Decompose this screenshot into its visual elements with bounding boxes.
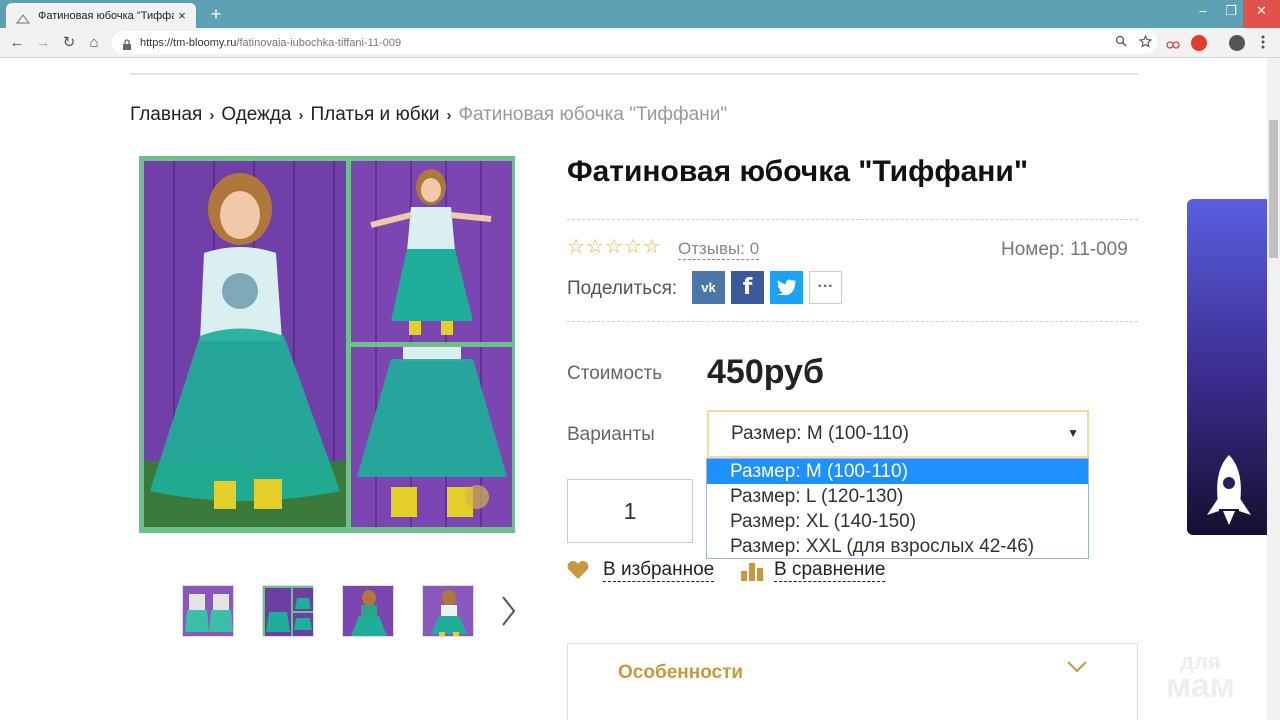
breadcrumb-current: Фатиновая юбочка "Тиффани"	[458, 104, 728, 125]
rocket-icon	[1207, 455, 1251, 525]
breadcrumb-separator-icon: ›	[446, 106, 452, 124]
breadcrumb: Главная › Одежда › Платья и юбки › Фатин…	[130, 104, 727, 126]
photo-panel-girl-arms-out	[351, 161, 512, 342]
rating-stars[interactable]: ☆ ☆ ☆ ☆ ☆	[567, 236, 661, 258]
profile-avatar-icon[interactable]	[1229, 35, 1245, 51]
variant-select-value: Размер: M (100-110)	[731, 423, 909, 444]
dropdown-arrow-icon: ▼	[1067, 426, 1079, 440]
favorites-link[interactable]: В избранное	[603, 559, 715, 582]
browser-tab-strip: Фатиновая юбочка "Тиффани" × + – ❐ ✕	[0, 0, 1280, 28]
breadcrumb-clothing[interactable]: Одежда	[221, 104, 291, 126]
heart-icon	[567, 560, 593, 582]
share-label: Поделиться:	[567, 278, 678, 299]
features-accordion[interactable]: Особенности	[567, 643, 1138, 720]
add-to-compare[interactable]: В сравнение	[740, 559, 886, 582]
star-icon[interactable]: ☆	[586, 236, 604, 258]
extension-cloud-icon[interactable]	[1165, 35, 1181, 51]
new-tab-button[interactable]: +	[206, 4, 226, 24]
yandex-extension-icon[interactable]	[1191, 35, 1207, 51]
star-icon[interactable]: ☆	[643, 236, 661, 258]
share-more-button[interactable]: ···	[809, 271, 842, 304]
breadcrumb-separator-icon: ›	[209, 106, 215, 124]
compare-link[interactable]: В сравнение	[774, 559, 886, 582]
photo-panel-skirt-detail	[351, 347, 512, 527]
url-text: https://tm-bloomy.ru/fatinovaia-iubochka…	[140, 37, 1109, 49]
photo-panel-girl-standing	[144, 161, 346, 527]
divider	[567, 321, 1138, 322]
watermark-logo: для мам	[1166, 650, 1235, 705]
add-to-favorites[interactable]: В избранное	[567, 559, 715, 582]
lock-icon	[122, 37, 132, 50]
home-button[interactable]: ⌂	[83, 32, 105, 54]
twitter-icon	[776, 279, 796, 296]
address-bar[interactable]: https://tm-bloomy.ru/fatinovaia-iubochka…	[112, 31, 1157, 54]
reviews-link[interactable]: Отзывы: 0	[678, 239, 760, 260]
gallery-thumbnail[interactable]	[182, 585, 234, 637]
url-host: https://tm-bloomy.ru	[140, 36, 237, 49]
variant-dropdown-list: Размер: M (100-110) Размер: L (120-130) …	[706, 458, 1089, 559]
bar-chart-icon	[740, 560, 764, 582]
breadcrumb-home[interactable]: Главная	[130, 104, 202, 126]
scrollbar-thumb[interactable]	[1269, 120, 1278, 258]
scroll-to-top-widget[interactable]	[1187, 199, 1267, 535]
zoom-icon[interactable]	[1109, 35, 1133, 50]
features-title: Особенности	[618, 662, 744, 683]
tab-close-icon[interactable]: ×	[174, 8, 190, 23]
gallery-next-chevron-right-icon[interactable]	[500, 595, 516, 635]
star-icon[interactable]: ☆	[605, 236, 623, 258]
window-close-button[interactable]: ✕	[1243, 0, 1280, 28]
reload-button[interactable]: ↻	[58, 32, 80, 54]
product-main-image[interactable]	[139, 156, 515, 533]
star-icon[interactable]: ☆	[567, 236, 585, 258]
page-scrollbar[interactable]	[1267, 58, 1280, 720]
tab-title: Фатиновая юбочка "Тиффани"	[38, 9, 174, 22]
product-sku: Номер: 11-009	[1001, 239, 1128, 260]
share-facebook-button[interactable]: f	[731, 271, 764, 304]
variants-label: Варианты	[567, 424, 655, 445]
facebook-icon: f	[742, 275, 753, 300]
breadcrumb-dresses[interactable]: Платья и юбки	[311, 104, 440, 126]
variant-option[interactable]: Размер: XXL (для взрослых 42-46)	[707, 534, 1088, 559]
gallery-thumbnail[interactable]	[262, 585, 314, 637]
menu-icon[interactable]	[1255, 35, 1271, 51]
header-divider	[130, 73, 1138, 75]
breadcrumb-separator-icon: ›	[298, 106, 304, 124]
price-label: Стоимость	[567, 363, 663, 384]
variant-option[interactable]: Размер: L (120-130)	[707, 484, 1088, 509]
variant-option[interactable]: Размер: XL (140-150)	[707, 509, 1088, 534]
gallery-thumbnail[interactable]	[422, 585, 474, 637]
url-path: /fatinovaia-iubochka-tiffani-11-009	[236, 36, 402, 49]
more-icon: ···	[817, 278, 834, 295]
back-button[interactable]: ←	[6, 32, 28, 54]
bookmark-star-icon[interactable]	[1133, 34, 1157, 51]
quantity-input[interactable]: 1	[567, 479, 693, 543]
product-price: 450руб	[707, 353, 824, 391]
watermark-big: мам	[1166, 667, 1235, 705]
chevron-down-icon[interactable]	[1066, 660, 1088, 676]
variant-select[interactable]: Размер: M (100-110) ▼	[707, 410, 1089, 458]
vk-icon: vk	[701, 280, 716, 295]
browser-toolbar: ← → ↻ ⌂ https://tm-bloomy.ru/fatinovaia-…	[0, 28, 1280, 58]
variant-option[interactable]: Размер: M (100-110)	[707, 459, 1088, 484]
star-icon[interactable]: ☆	[624, 236, 642, 258]
gallery-thumbnail[interactable]	[342, 585, 394, 637]
site-favicon-icon	[15, 11, 31, 24]
divider	[567, 219, 1138, 220]
forward-button[interactable]: →	[32, 32, 54, 54]
product-title: Фатиновая юбочка "Тиффани"	[567, 155, 1029, 188]
browser-tab[interactable]: Фатиновая юбочка "Тиффани" ×	[6, 3, 196, 28]
share-twitter-button[interactable]: t	[770, 271, 803, 304]
share-vk-button[interactable]: vk	[692, 271, 725, 304]
